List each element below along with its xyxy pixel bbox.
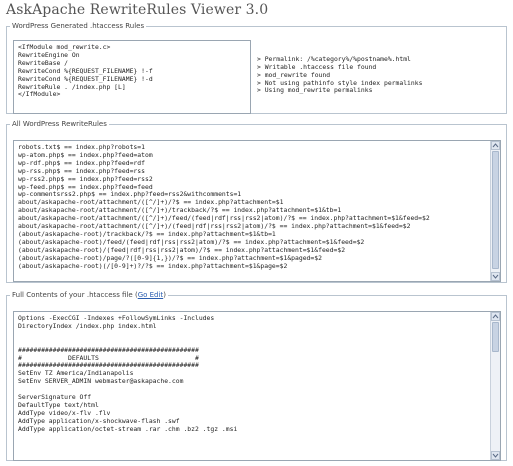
htaccess-line: ########################################… [18,362,199,370]
rewrite-rule-line: about/askapache-root/attachment/([^/]+)/… [18,215,430,223]
code-line: <IfModule mod_rewrite.c> [18,44,111,51]
htaccess-legend-prefix: Full Contents of your .htaccess file ( [12,291,138,299]
rewrite-rule-line: about/askapache-root/attachment/([^/]+)/… [18,199,284,207]
htaccess-line: AddType video/x-flv .flv [18,409,111,417]
htaccess-line: ServerSignature Off [18,394,92,402]
status-line: > Not using pathinfo style index permali… [257,79,423,87]
htaccess-legend-suffix: ) [163,291,166,299]
generated-rules-section: WordPress Generated .htaccess Rules <IfM… [6,22,507,114]
status-line: > Using mod_rewrite permalinks [257,87,373,95]
rewrite-rule-line: wp-rdf.php$ == index.php?feed=rdf [18,159,145,167]
htaccess-line: AddType application/octet-stream .rar .c… [18,425,238,433]
htaccess-line [18,331,488,339]
htaccess-line: DirectoryIndex /index.php index.html [18,322,157,330]
rewrite-rule-line: (about/askapache-root)/page/?([0-9]{1,})… [18,254,322,262]
htaccess-textarea[interactable]: Options -ExecCGI -Indexes +FollowSymLink… [13,311,501,461]
scroll-up-icon[interactable] [491,141,500,150]
rewrite-rule-line: (about/askapache-root)(/[0-9]+)?/?$ == i… [18,262,288,270]
code-line: RewriteCond %{REQUEST_FILENAME} !-f [18,67,153,75]
generated-rules-code[interactable]: <IfModule mod_rewrite.c> RewriteEngine On… [13,40,251,114]
scroll-down-icon[interactable] [491,272,500,281]
rewrite-rule-line: wp-commentsrss2.php$ == index.php?feed=r… [18,191,242,199]
rewrite-rule-line: wp-rss.php$ == index.php?feed=rss [18,167,145,175]
htaccess-line: ########################################… [18,346,199,354]
rewrite-rule-line: wp-feed.php$ == index.php?feed=feed [18,183,153,191]
page-title: AskApache RewriteRules Viewer 3.0 [6,2,269,18]
rewrite-rule-line: robots.txt$ == index.php?robots=1 [18,144,145,151]
htaccess-line: AddType application/x-shockwave-flash .s… [18,417,180,425]
status-line: > Permalink: /%category%/%postname%.html [257,55,411,63]
htaccess-line: SetEnv TZ America/Indianapolis [18,370,134,378]
rewrite-rule-line: (about/askapache-root)/trackback/?$ == i… [18,230,276,238]
rewrite-rule-line: (about/askapache-root)/feed/(feed|rdf|rs… [18,238,365,246]
htaccess-line: # DEFAULTS # [18,354,199,362]
htaccess-scrollbar[interactable] [490,312,500,460]
rewrite-rule-line: (about/askapache-root)/(feed|rdf|rss|rss… [18,246,346,254]
htaccess-line [18,386,488,394]
code-line: RewriteCond %{REQUEST_FILENAME} !-d [18,75,153,83]
all-rewriterules-section: All WordPress RewriteRules robots.txt$ =… [6,120,507,283]
all-rewriterules-textarea[interactable]: robots.txt$ == index.php?robots=1 wp-atom… [13,140,501,282]
htaccess-scroll-thumb[interactable] [492,322,499,352]
htaccess-line: SetEnv SERVER_ADMIN webmaster@askapache.… [18,378,184,386]
code-line: RewriteEngine On [18,51,80,59]
scroll-up-icon[interactable] [491,312,500,321]
code-line: RewriteRule . /index.php [L] [18,83,126,91]
htaccess-contents-section: Full Contents of your .htaccess file (Go… [6,291,507,461]
permalink-status-list: > Permalink: /%category%/%postname%.html… [257,40,502,111]
all-rewriterules-legend: All WordPress RewriteRules [12,120,107,128]
rules-scroll-thumb[interactable] [492,151,499,269]
rewrite-rule-line: wp-rss2.php$ == index.php?feed=rss2 [18,175,153,183]
status-line: > mod_rewrite found [257,71,331,79]
code-line: </IfModule> [18,91,61,99]
generated-rules-legend: WordPress Generated .htaccess Rules [12,22,145,30]
rewrite-rule-line: about/askapache-root/attachment/([^/]+)/… [18,207,342,215]
htaccess-contents-legend: Full Contents of your .htaccess file (Go… [10,291,168,299]
status-line: > Writable .htaccess file found [257,63,377,71]
scroll-down-icon[interactable] [491,451,500,460]
htaccess-line: DefaultType text/html [18,401,99,409]
rules-scrollbar[interactable] [490,141,500,281]
go-edit-link[interactable]: Go Edit [138,291,164,299]
htaccess-line: Options -ExecCGI -Indexes +FollowSymLink… [18,315,215,322]
rewrite-rule-line: wp-atom.php$ == index.php?feed=atom [18,151,153,159]
htaccess-line [18,339,488,347]
code-line: RewriteBase / [18,59,69,67]
rewrite-rule-line: about/askapache-root/attachment/([^/]+)/… [18,223,411,231]
